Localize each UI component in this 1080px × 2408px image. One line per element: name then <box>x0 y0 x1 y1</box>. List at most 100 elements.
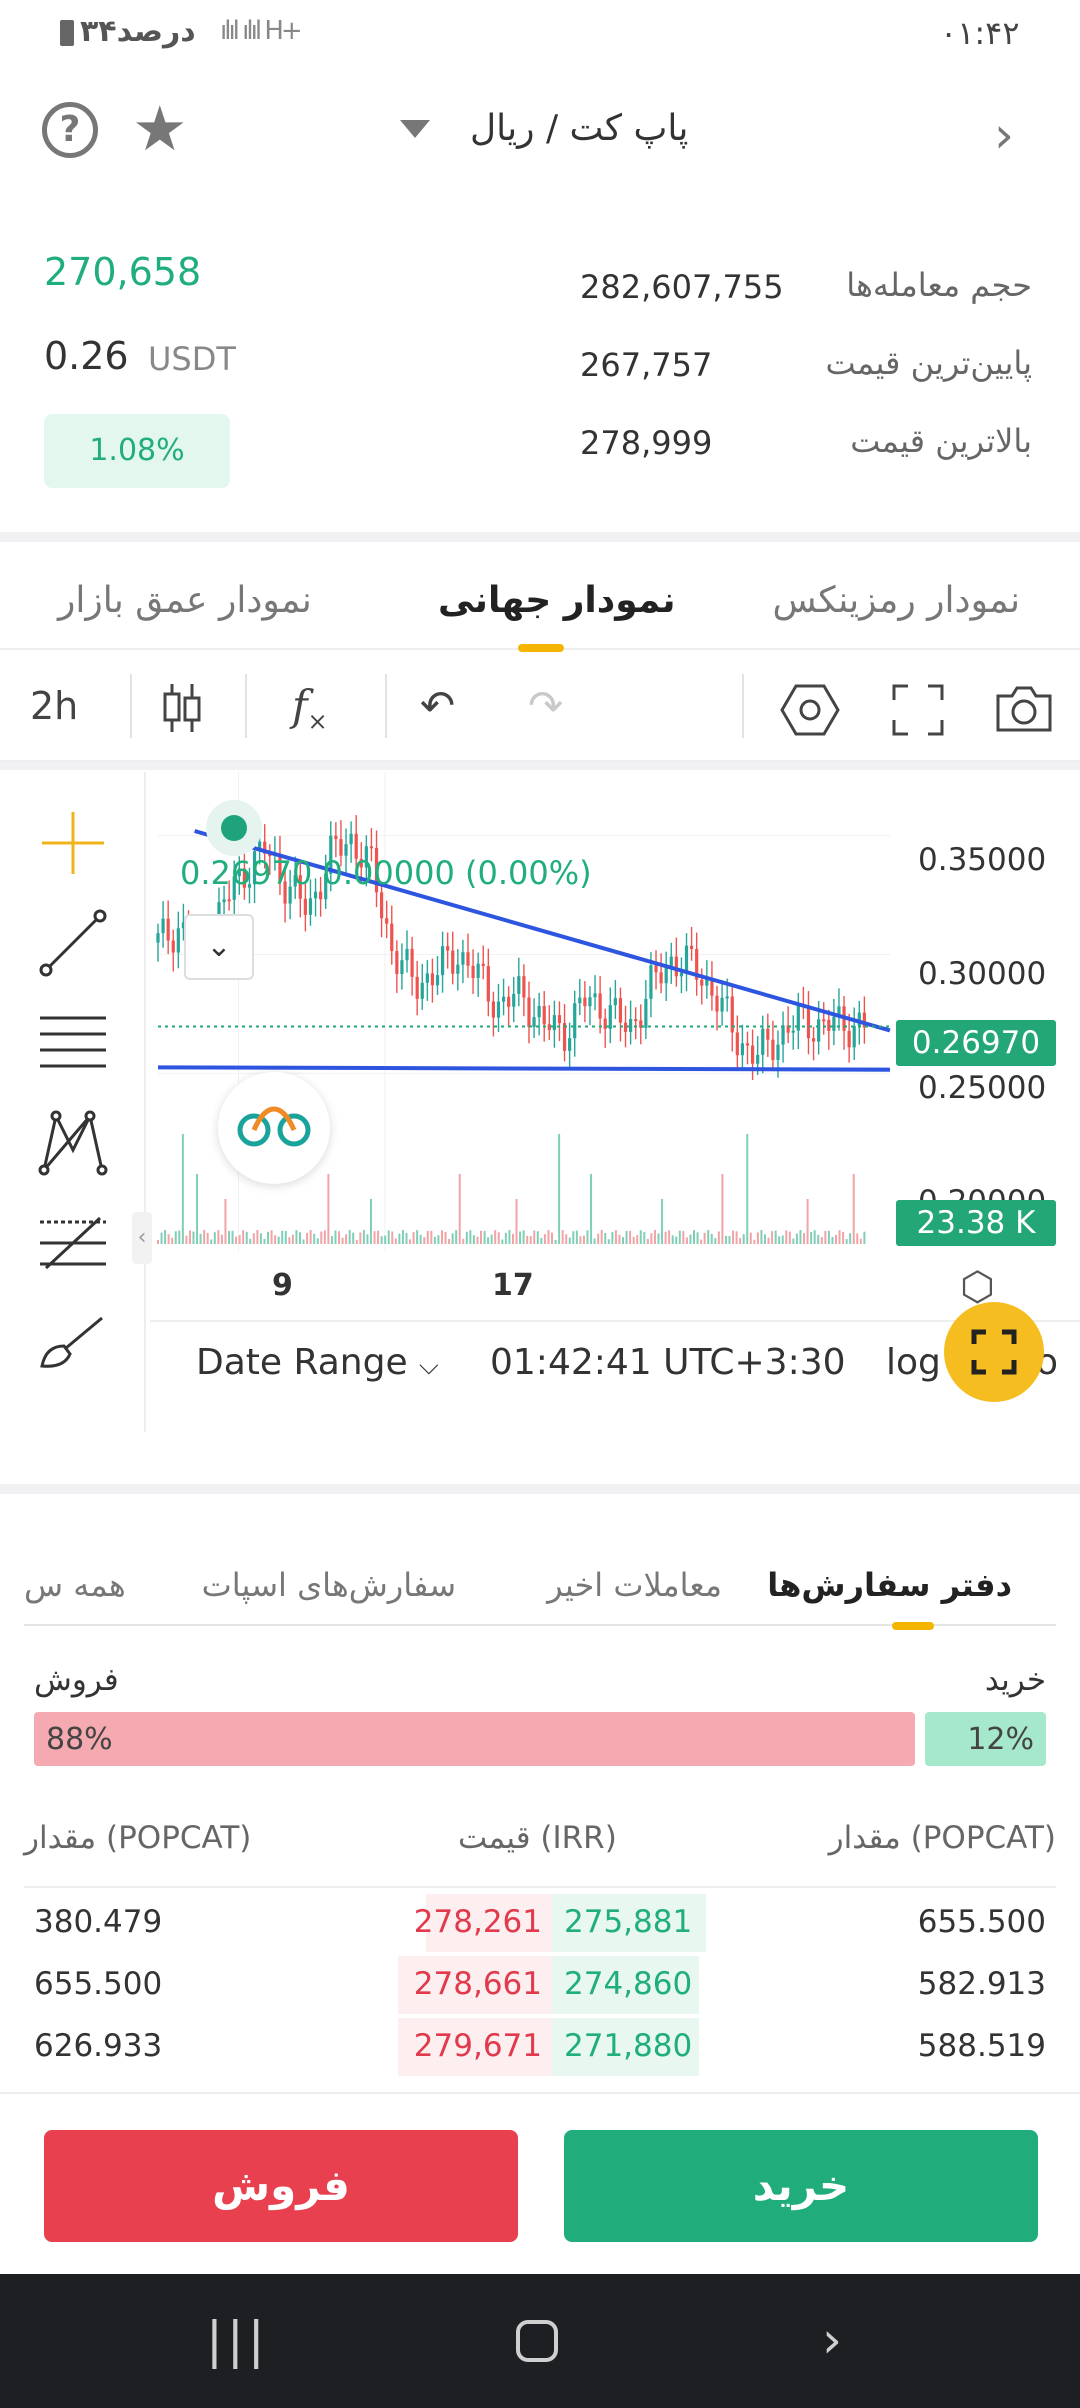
volume-bar <box>590 1174 593 1244</box>
volume-bar <box>810 1232 813 1244</box>
candle-body <box>532 1017 536 1027</box>
tab-all[interactable]: همه س <box>24 1566 126 1604</box>
series-status-dot[interactable] <box>206 800 262 856</box>
volume-bar <box>384 1235 387 1244</box>
candle-body <box>613 998 617 1006</box>
orderbook-row[interactable]: 626.933 279,671 271,880 588.519 <box>0 2016 1080 2076</box>
volume-bar <box>288 1237 291 1244</box>
tab-spot-orders[interactable]: سفارش‌های اسپات <box>202 1566 456 1604</box>
star-icon[interactable]: ★ <box>132 94 188 164</box>
candle-body <box>451 950 455 974</box>
volume-bar <box>377 1230 380 1244</box>
tab-global-chart[interactable]: نمودار جهانی <box>438 580 675 621</box>
volume-bar <box>682 1231 685 1244</box>
candle-body <box>725 996 729 999</box>
pattern-icon[interactable] <box>36 1106 110 1180</box>
candle-body <box>440 946 445 976</box>
tab-recent-trades[interactable]: معاملات اخیر <box>547 1566 722 1604</box>
collapse-legend-button[interactable]: ⌄ <box>184 914 254 980</box>
candles-icon[interactable] <box>160 680 204 736</box>
volume-bar <box>834 1235 837 1244</box>
volume-bar <box>760 1230 763 1244</box>
trend-line-icon[interactable] <box>36 906 110 980</box>
sell-button[interactable]: فروش <box>44 2130 518 2242</box>
volume-tag: 23.38 K <box>896 1200 1056 1246</box>
volume-bar <box>657 1233 660 1244</box>
back-icon[interactable]: › <box>822 2310 842 2370</box>
orderbook-row[interactable]: 380.479 278,261 275,881 655.500 <box>0 1892 1080 1952</box>
candle-body <box>461 952 465 965</box>
horizontal-lines-icon[interactable] <box>36 1006 110 1080</box>
volume-bar <box>763 1234 766 1244</box>
volume-bar <box>235 1236 238 1244</box>
chevron-right-icon[interactable]: › <box>994 110 1014 160</box>
volume-bar <box>579 1236 582 1244</box>
drawing-toolbar <box>0 772 146 1432</box>
buy-button[interactable]: خرید <box>564 2130 1038 2242</box>
battery-icon <box>60 19 74 46</box>
volume-bar <box>167 1234 170 1244</box>
volume-bar <box>359 1232 362 1244</box>
interval-selector[interactable]: 2h <box>30 678 78 734</box>
tab-indicator <box>892 1622 934 1630</box>
battery-indicator: ۳۴درصد <box>60 14 196 49</box>
redo-icon[interactable]: ↷ <box>528 678 563 734</box>
log-scale-toggle[interactable]: log <box>886 1342 941 1383</box>
candle-body <box>588 997 592 1007</box>
camera-icon[interactable] <box>994 684 1054 734</box>
help-icon[interactable]: ? <box>42 102 98 158</box>
volume-bar <box>366 1234 369 1244</box>
candle-body <box>496 1001 501 1018</box>
volume-bar <box>465 1231 468 1244</box>
volume-bar <box>586 1230 589 1244</box>
volume-bar <box>838 1230 841 1244</box>
recents-icon[interactable]: ||| <box>206 2310 269 2370</box>
dropdown-caret-icon[interactable] <box>400 120 430 138</box>
indicators-icon[interactable]: f× <box>292 678 328 749</box>
volume-bar <box>157 1240 159 1244</box>
orderbook-row[interactable]: 655.500 278,661 274,860 582.913 <box>0 1954 1080 2014</box>
volume-bar <box>565 1234 568 1244</box>
candle-body <box>776 1044 780 1060</box>
candle-body <box>349 833 353 845</box>
date-range-button[interactable]: Date Range ⌵ <box>196 1342 439 1383</box>
home-icon[interactable] <box>516 2320 558 2362</box>
candle-body <box>618 998 623 1023</box>
candle-body <box>811 1038 816 1042</box>
volume-bar <box>536 1231 539 1244</box>
tradingview-logo-icon <box>237 1106 311 1147</box>
brush-icon[interactable] <box>36 1306 110 1380</box>
volume-bar <box>252 1233 255 1244</box>
fullscreen-fab[interactable] <box>944 1302 1044 1402</box>
volume-bar <box>224 1199 227 1244</box>
candle-body <box>415 976 419 999</box>
date-range-label: Date Range <box>196 1342 408 1383</box>
volume-bar <box>749 1232 752 1244</box>
sell-percent: 88% <box>46 1722 113 1757</box>
crosshair-icon[interactable] <box>36 806 110 880</box>
candle-body <box>446 946 450 951</box>
tab-orderbook[interactable]: دفتر سفارش‌ها <box>767 1566 1012 1604</box>
volume-bar <box>348 1230 351 1244</box>
candle-body <box>679 972 684 977</box>
candle-body <box>420 982 424 999</box>
volume-bar <box>462 1238 465 1244</box>
fullscreen-icon[interactable] <box>892 684 944 736</box>
volume-bar <box>519 1231 522 1244</box>
volume-bar <box>600 1230 603 1244</box>
settings-hex-icon[interactable] <box>780 682 840 738</box>
fib-icon[interactable] <box>36 1206 110 1280</box>
candle-body <box>654 965 658 973</box>
volume-bar <box>199 1233 202 1244</box>
volume-bar <box>345 1234 348 1244</box>
undo-icon[interactable]: ↶ <box>420 678 455 734</box>
pair-title[interactable]: پاپ کت / ریال <box>470 108 688 149</box>
volume-bar <box>242 1230 245 1244</box>
candle-body <box>806 1007 811 1039</box>
system-nav-bar: ||| › <box>0 2274 1080 2408</box>
tab-depth-chart[interactable]: نمودار عمق بازار <box>58 580 312 621</box>
volume-bar <box>430 1230 433 1244</box>
tab-rameznix-chart[interactable]: نمودار رمزینکس <box>773 580 1020 621</box>
volume-bar <box>409 1239 412 1244</box>
collapse-toolbar-handle[interactable]: ‹ <box>132 1212 152 1264</box>
